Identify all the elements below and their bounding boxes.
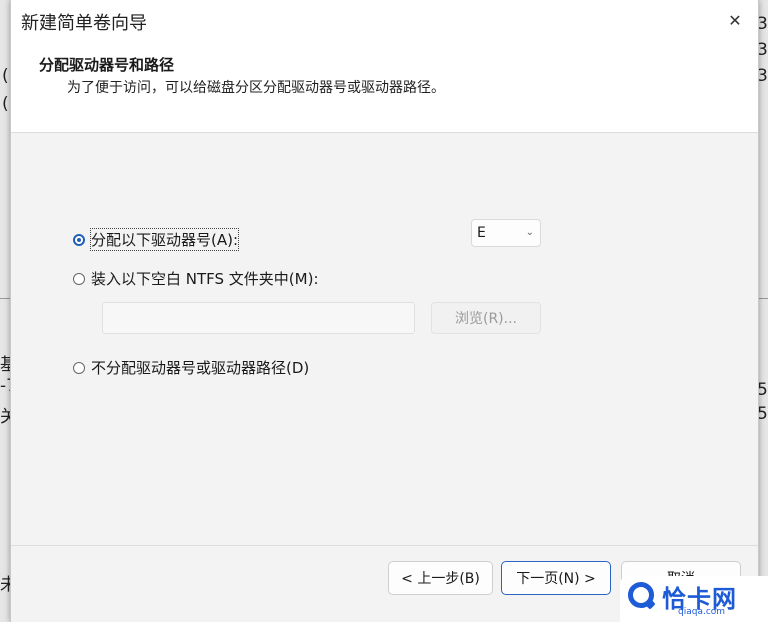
radio-button[interactable]: [73, 361, 85, 374]
window-title: 新建简单卷向导: [21, 13, 147, 34]
next-button[interactable]: 下一页(N) >: [501, 561, 611, 595]
site-watermark: 恰卡网 qiaqa.com: [620, 576, 768, 622]
radio-label: 不分配驱动器号或驱动器路径(D): [91, 359, 310, 377]
radio-label: 装入以下空白 NTFS 文件夹中(M):: [91, 270, 319, 288]
drive-letter-select[interactable]: E ⌄: [471, 219, 541, 247]
radio-no-drive-letter[interactable]: 不分配驱动器号或驱动器路径(D): [73, 357, 309, 378]
close-button[interactable]: ✕: [720, 6, 750, 34]
radio-label: 分配以下驱动器号(A):: [89, 228, 240, 251]
bg-fragment: (: [2, 66, 9, 86]
close-icon: ✕: [728, 10, 742, 30]
radio-button-checked[interactable]: [73, 233, 85, 246]
bg-fragment: (: [2, 94, 9, 114]
footer-divider: [11, 545, 758, 546]
browse-button[interactable]: 浏览(R)...: [431, 302, 541, 334]
title-bar: 新建简单卷向导 ✕: [11, 0, 758, 44]
back-button[interactable]: < 上一步(B): [388, 561, 493, 595]
selected-drive-letter: E: [477, 225, 486, 241]
page-title: 分配驱动器号和路径: [39, 56, 175, 74]
page-description: 为了便于访问，可以给磁盘分区分配驱动器号或驱动器路径。: [67, 80, 445, 96]
radio-assign-drive-letter[interactable]: 分配以下驱动器号(A):: [73, 228, 240, 251]
folder-path-input[interactable]: [102, 302, 415, 334]
watermark-logo-icon: [628, 582, 654, 608]
new-simple-volume-wizard: 新建简单卷向导 ✕ 分配驱动器号和路径 为了便于访问，可以给磁盘分区分配驱动器号…: [10, 0, 759, 622]
chevron-down-icon: ⌄: [525, 227, 534, 238]
watermark-url: qiaqa.com: [678, 607, 726, 617]
radio-mount-ntfs-folder[interactable]: 装入以下空白 NTFS 文件夹中(M):: [73, 268, 319, 289]
bg-divider: [0, 298, 10, 299]
wizard-header: 分配驱动器号和路径 为了便于访问，可以给磁盘分区分配驱动器号或驱动器路径。: [11, 44, 758, 133]
radio-button[interactable]: [73, 272, 85, 285]
